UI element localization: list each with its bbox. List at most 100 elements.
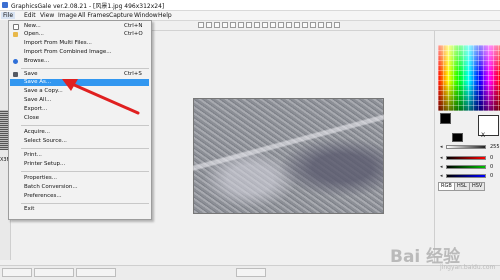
watermark: Bai 经验 jingyan.baidu.com (382, 238, 498, 278)
menu-item-import-multi[interactable]: Import From Multi Files... (10, 40, 149, 47)
menu-view[interactable]: View (40, 12, 54, 19)
menu-item-label: Save As... (24, 79, 52, 85)
blue-slider[interactable] (446, 174, 486, 178)
menu-item-acquire[interactable]: Acquire... (10, 129, 149, 136)
file-menu-dropdown: New... Ctrl+N Open... Ctrl+O Import From… (8, 20, 152, 220)
menu-item-label: Batch Conversion... (24, 184, 78, 190)
rectangle-tool-icon[interactable] (238, 22, 244, 28)
menu-item-label: Save (24, 71, 38, 77)
pencil-icon[interactable] (214, 22, 220, 28)
status-cell (76, 268, 116, 277)
status-cell (34, 268, 74, 277)
new-file-icon (13, 24, 19, 30)
menu-item-preferences[interactable]: Preferences... (10, 193, 149, 200)
menu-item-import-combined[interactable]: Import From Combined Image... (10, 49, 149, 56)
grid-icon[interactable] (310, 22, 316, 28)
menu-help[interactable]: Help (158, 12, 172, 19)
menu-item-label: Import From Combined Image... (24, 49, 112, 55)
menu-capture[interactable]: Capture (109, 12, 133, 19)
foreground-color-swatch[interactable] (440, 113, 451, 124)
menu-separator (21, 148, 149, 149)
tab-hsv[interactable]: HSV (469, 182, 486, 191)
menu-separator (21, 171, 149, 172)
status-cell (236, 268, 266, 277)
app-icon (2, 2, 8, 8)
menu-file[interactable]: File (1, 12, 16, 19)
brush-icon[interactable] (222, 22, 228, 28)
menu-item-print[interactable]: Print... (10, 152, 149, 159)
menu-separator (21, 125, 149, 126)
menu-item-label: Export... (24, 106, 48, 112)
menu-separator (21, 203, 149, 204)
menu-item-exit[interactable]: Exit (10, 206, 149, 213)
color-palette[interactable] (438, 45, 500, 111)
menu-item-properties[interactable]: Properties... (10, 175, 149, 182)
title-bar: GraphicsGale ver.2.08.21 - [风景1.jpg 496x… (0, 0, 500, 11)
layer-icon[interactable] (326, 22, 332, 28)
menu-item-save-all[interactable]: Save All... (10, 97, 149, 104)
frame-icon[interactable] (334, 22, 340, 28)
open-folder-icon (13, 32, 18, 37)
tab-hsl[interactable]: HSL (454, 182, 470, 191)
tab-rgb[interactable]: RGB (438, 182, 455, 191)
menu-item-shortcut: Ctrl+S (124, 71, 142, 77)
menu-item-label: Select Source... (24, 138, 67, 144)
menu-all-frames[interactable]: All Frames (78, 12, 109, 19)
menu-separator (21, 68, 149, 69)
menu-item-save-copy[interactable]: Save a Copy... (10, 88, 149, 95)
fill-tool-icon[interactable] (254, 22, 260, 28)
green-slider[interactable] (446, 165, 486, 169)
menu-item-label: Print... (24, 152, 42, 158)
menu-item-label: Printer Setup... (24, 161, 66, 167)
menu-item-label: Close (24, 115, 39, 121)
flip-tool-icon[interactable] (302, 22, 308, 28)
menu-item-label: Browse... (24, 58, 50, 64)
slider-arrow-icon[interactable]: ◂ (440, 173, 443, 179)
slider-arrow-icon[interactable]: ◂ (440, 155, 443, 161)
slider-arrow-icon[interactable]: ◂ (440, 164, 443, 170)
text-tool-icon[interactable] (262, 22, 268, 28)
menu-item-label: Save a Copy... (24, 88, 63, 94)
menu-item-batch-conversion[interactable]: Batch Conversion... (10, 184, 149, 191)
menu-item-close[interactable]: Close (10, 115, 149, 122)
alpha-value: 255 (490, 144, 500, 150)
window-title: GraphicsGale ver.2.08.21 - [风景1.jpg 496x… (11, 3, 165, 10)
menu-item-printer-setup[interactable]: Printer Setup... (10, 161, 149, 168)
menu-window[interactable]: Window (134, 12, 158, 19)
status-cell (2, 268, 32, 277)
menu-item-shortcut: Ctrl+O (124, 31, 143, 37)
settings-icon[interactable] (318, 22, 324, 28)
eyedropper-icon[interactable] (270, 22, 276, 28)
save-icon (13, 72, 18, 77)
green-value: 0 (490, 164, 494, 170)
select-tool-icon[interactable] (206, 22, 212, 28)
line-tool-icon[interactable] (230, 22, 236, 28)
red-slider[interactable] (446, 156, 486, 160)
slider-arrow-icon[interactable]: ◂ (440, 144, 443, 150)
menu-item-save-as[interactable]: Save As... (10, 79, 149, 86)
swap-colors-label[interactable]: X (481, 132, 485, 139)
zoom-icon[interactable] (198, 22, 204, 28)
menu-item-open[interactable]: Open... Ctrl+O (10, 31, 149, 38)
alpha-slider[interactable] (446, 145, 486, 149)
menu-item-label: Exit (24, 206, 35, 212)
watermark-url: jingyan.baidu.com (440, 264, 496, 271)
rotate-tool-icon[interactable] (294, 22, 300, 28)
color-mode-tabs: RGB HSL HSV (438, 182, 500, 191)
menu-item-label: Properties... (24, 175, 58, 181)
menu-item-save[interactable]: Save Ctrl+S (10, 71, 149, 78)
menu-item-new[interactable]: New... Ctrl+N (10, 23, 149, 30)
ellipse-tool-icon[interactable] (246, 22, 252, 28)
menu-item-shortcut: Ctrl+N (124, 23, 143, 29)
menu-item-label: Save All... (24, 97, 52, 103)
menu-item-select-source[interactable]: Select Source... (10, 138, 149, 145)
red-value: 0 (490, 155, 494, 161)
menu-item-export[interactable]: Export... (10, 106, 149, 113)
eraser-icon[interactable] (278, 22, 284, 28)
menu-image[interactable]: Image (58, 12, 77, 19)
menu-item-browse[interactable]: Browse... (10, 58, 149, 65)
mask-color-swatch[interactable] (452, 133, 463, 142)
image-detail (193, 98, 384, 214)
menu-edit[interactable]: Edit (24, 12, 36, 19)
move-tool-icon[interactable] (286, 22, 292, 28)
